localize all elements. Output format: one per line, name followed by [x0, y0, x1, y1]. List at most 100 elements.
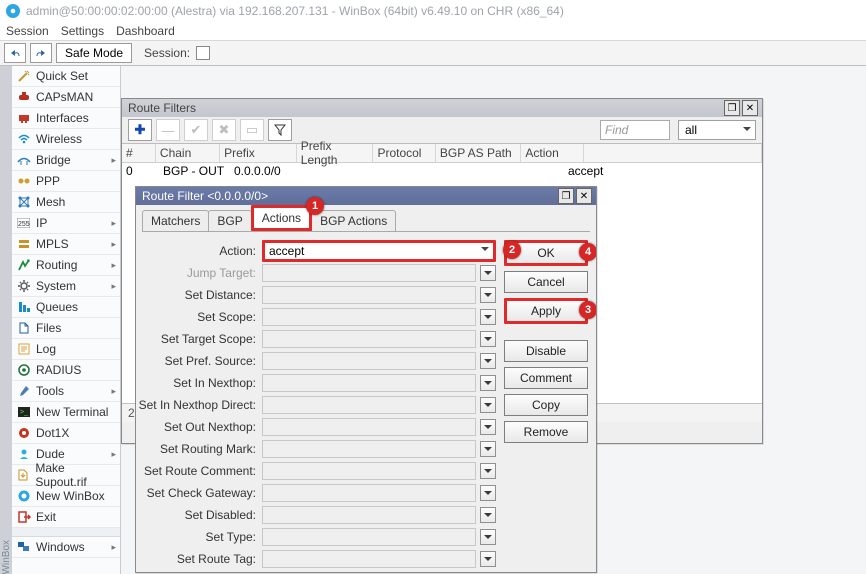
sidebar-item-new-winbox[interactable]: New WinBox — [12, 486, 120, 507]
menu-dashboard[interactable]: Dashboard — [116, 24, 175, 38]
sidebar-item-bridge[interactable]: Bridge▸ — [12, 150, 120, 171]
sidebar-item-queues[interactable]: Queues — [12, 297, 120, 318]
expand-toggle[interactable] — [480, 397, 496, 413]
tab-bgp-actions[interactable]: BGP Actions — [311, 210, 396, 231]
table-row[interactable]: 0BGP - OUT0.0.0.0/0accept — [122, 163, 762, 179]
sidebar-item-mesh[interactable]: Mesh — [12, 192, 120, 213]
apply-button[interactable]: Apply 3 — [504, 298, 588, 324]
sidebar-item-ip[interactable]: 255IP▸ — [12, 213, 120, 234]
copy-button[interactable]: Copy — [504, 394, 588, 416]
remove-button[interactable]: — — [156, 119, 180, 141]
sidebar-item-routing[interactable]: Routing▸ — [12, 255, 120, 276]
sidebar-item-label: MPLS — [36, 237, 69, 251]
sidebar-item-wireless[interactable]: Wireless — [12, 129, 120, 150]
undo-button[interactable] — [4, 43, 26, 63]
cancel-button[interactable]: Cancel — [504, 271, 588, 293]
expand-toggle[interactable] — [480, 463, 496, 479]
filter-all-dropdown[interactable]: all — [678, 120, 756, 140]
column-header[interactable]: Prefix — [220, 144, 297, 162]
column-header[interactable]: Action — [521, 144, 583, 162]
sidebar-item-interfaces[interactable]: Interfaces — [12, 108, 120, 129]
window-titlebar[interactable]: Route Filters ❐ ✕ — [122, 99, 762, 117]
window-restore-button[interactable]: ❐ — [724, 100, 740, 116]
column-header[interactable]: Prefix Length — [297, 144, 374, 162]
redo-button[interactable] — [30, 43, 52, 63]
menu-settings[interactable]: Settings — [61, 24, 104, 38]
disable-button[interactable]: Disable — [504, 340, 588, 362]
expand-toggle[interactable] — [480, 309, 496, 325]
wand-icon — [16, 69, 31, 84]
column-header[interactable]: # — [122, 144, 156, 162]
disab-input[interactable] — [262, 506, 476, 524]
column-header[interactable]: Chain — [156, 144, 220, 162]
gw-input[interactable] — [262, 484, 476, 502]
field-label: Set Pref. Source: — [136, 354, 262, 368]
sidebar-item-system[interactable]: System▸ — [12, 276, 120, 297]
dialog-titlebar[interactable]: Route Filter <0.0.0.0/0> ❐ ✕ — [136, 187, 596, 205]
expand-caret-icon: ▸ — [111, 542, 116, 553]
sidebar-item-mpls[interactable]: MPLS▸ — [12, 234, 120, 255]
column-header[interactable]: BGP AS Path — [436, 144, 522, 162]
sidebar-item-log[interactable]: Log — [12, 339, 120, 360]
rtag-input[interactable] — [262, 550, 476, 568]
expand-caret-icon: ▸ — [111, 260, 116, 271]
field-row-rmark: Set Routing Mark: — [136, 438, 496, 460]
sidebar-item-new-terminal[interactable]: >_New Terminal — [12, 402, 120, 423]
expand-toggle[interactable] — [480, 551, 496, 567]
expand-toggle[interactable] — [480, 287, 496, 303]
column-header[interactable]: Protocol — [373, 144, 435, 162]
tab-matchers[interactable]: Matchers — [142, 210, 209, 231]
expand-toggle[interactable] — [480, 485, 496, 501]
expand-toggle[interactable] — [480, 375, 496, 391]
expand-toggle[interactable] — [480, 419, 496, 435]
action-input[interactable]: accept2 — [262, 240, 496, 262]
tab-actions[interactable]: Actions — [251, 205, 312, 231]
sidebar-item-exit[interactable]: Exit — [12, 507, 120, 528]
item-count: 2 — [128, 406, 135, 420]
tab-bgp[interactable]: BGP — [208, 210, 251, 231]
menu-session[interactable]: Session — [6, 24, 49, 38]
expand-toggle[interactable] — [480, 265, 496, 281]
disable-button[interactable]: ✖ — [212, 119, 236, 141]
rmark-input[interactable] — [262, 440, 476, 458]
expand-toggle[interactable] — [480, 507, 496, 523]
type-input[interactable] — [262, 528, 476, 546]
comment-toolbar-button[interactable]: ▭ — [240, 119, 264, 141]
field-label: Set Scope: — [136, 310, 262, 324]
sidebar-item-quick-set[interactable]: Quick Set — [12, 66, 120, 87]
add-button[interactable]: ✚ — [128, 119, 152, 141]
dist-input[interactable] — [262, 286, 476, 304]
pref-input[interactable] — [262, 352, 476, 370]
rcomm-input[interactable] — [262, 462, 476, 480]
scope-input[interactable] — [262, 308, 476, 326]
remove-dialog-button[interactable]: Remove — [504, 421, 588, 443]
sidebar-item-label: Dot1X — [36, 426, 69, 440]
safe-mode-button[interactable]: Safe Mode — [56, 43, 132, 63]
expand-toggle[interactable] — [480, 331, 496, 347]
sidebar-item-dot1x[interactable]: Dot1X — [12, 423, 120, 444]
jump-input[interactable] — [262, 264, 476, 282]
sidebar-item-capsman[interactable]: CAPsMAN — [12, 87, 120, 108]
expand-toggle[interactable] — [480, 441, 496, 457]
sidebar-item-ppp[interactable]: PPP — [12, 171, 120, 192]
column-header[interactable] — [584, 144, 762, 162]
expand-toggle[interactable] — [480, 353, 496, 369]
outnh-input[interactable] — [262, 418, 476, 436]
sidebar-item-tools[interactable]: Tools▸ — [12, 381, 120, 402]
find-input[interactable]: Find — [600, 120, 670, 140]
sidebar-item-windows[interactable]: Windows▸ — [12, 537, 120, 558]
inhd-input[interactable] — [262, 396, 476, 414]
enable-button[interactable]: ✔ — [184, 119, 208, 141]
inh-input[interactable] — [262, 374, 476, 392]
comment-button[interactable]: Comment — [504, 367, 588, 389]
sidebar-item-files[interactable]: Files — [12, 318, 120, 339]
dialog-restore-button[interactable]: ❐ — [558, 188, 574, 204]
window-close-button[interactable]: ✕ — [742, 100, 758, 116]
sidebar-item-make-supout-rif[interactable]: Make Supout.rif — [12, 465, 120, 486]
tscope-input[interactable] — [262, 330, 476, 348]
sidebar-item-radius[interactable]: RADIUS — [12, 360, 120, 381]
expand-toggle[interactable] — [480, 529, 496, 545]
menubar: Session Settings Dashboard — [0, 22, 866, 41]
dialog-close-button[interactable]: ✕ — [576, 188, 592, 204]
filter-button[interactable] — [268, 119, 292, 141]
